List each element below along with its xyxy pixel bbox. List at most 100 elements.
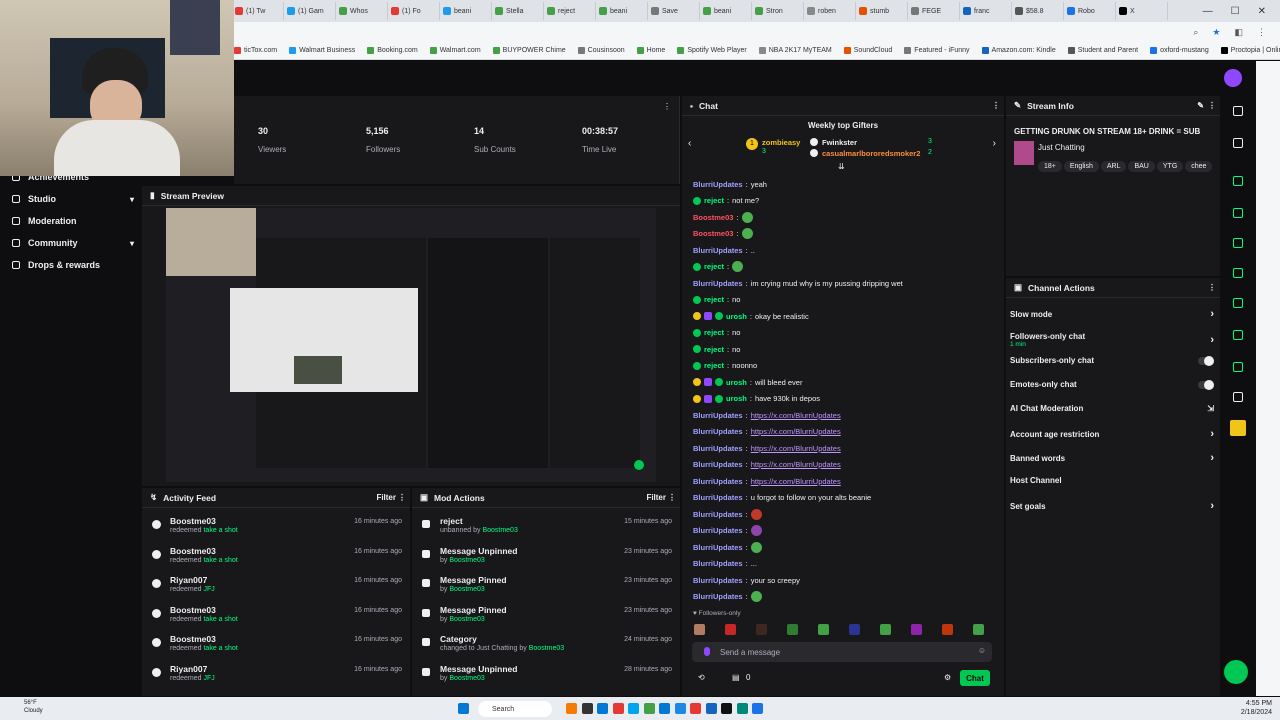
chat-message[interactable]: reject: no <box>693 342 740 356</box>
chat-text[interactable]: https://x.com/BlurriUpdates <box>751 427 841 436</box>
stream-tag[interactable]: chee <box>1185 161 1213 172</box>
bookmark-item[interactable]: Spotify Web Player <box>677 47 747 54</box>
chat-username[interactable]: BlurriUpdates <box>693 510 743 519</box>
chat-text[interactable]: https://x.com/BlurriUpdates <box>751 460 841 469</box>
bookmark-item[interactable]: Walmart Business <box>289 47 355 54</box>
gear-icon[interactable]: ⚙ <box>944 673 951 682</box>
chevron-right-icon[interactable]: › <box>1210 428 1214 440</box>
stream-tag[interactable]: BAU <box>1128 161 1155 172</box>
emote-picker-icon[interactable] <box>787 624 798 635</box>
activity-user[interactable]: Riyan007 <box>170 664 207 674</box>
chat-message[interactable]: BlurriUpdates: https://x.com/BlurriUpdate… <box>693 458 841 472</box>
browser-tab[interactable]: stumb <box>856 2 908 20</box>
chat-username[interactable]: BlurriUpdates <box>693 526 743 535</box>
stream-tag[interactable]: YTG <box>1156 161 1184 172</box>
browser-tab[interactable]: roben <box>804 2 856 20</box>
activity-row[interactable]: Boostme03 redeemed take a shot 16 minutes … <box>150 546 402 574</box>
browser-tab[interactable]: (1) Gam <box>284 2 336 20</box>
browser-tab[interactable]: beani <box>440 2 492 20</box>
rail-action-10-icon[interactable] <box>1233 392 1243 402</box>
bookmark-item[interactable]: ticTox.com <box>234 47 277 54</box>
chat-message[interactable]: BlurriUpdates: yeah <box>693 177 767 191</box>
chat-input[interactable]: Send a message ☺ <box>692 642 992 662</box>
chat-message[interactable]: BlurriUpdates:... <box>693 557 757 571</box>
bookmark-item[interactable]: NBA 2K17 MyTEAM <box>758 47 832 54</box>
rail-action-9-icon[interactable] <box>1233 362 1243 372</box>
channel-action-row[interactable]: Followers-only chat 1 min › <box>1010 332 1214 348</box>
mod-action-by[interactable]: Boostme03 <box>449 557 484 564</box>
rail-action-7-icon[interactable] <box>1233 298 1243 308</box>
emote-icon[interactable]: ☺ <box>978 646 986 655</box>
chat-message[interactable]: reject: noonno <box>693 359 757 373</box>
chevron-down-icon[interactable]: ▾ <box>130 239 134 248</box>
bookmark-item[interactable]: Cousinsoon <box>577 47 625 54</box>
maximize-icon[interactable]: ☐ <box>1231 6 1240 17</box>
chevron-right-icon[interactable]: › <box>1210 500 1214 512</box>
emote-picker-icon[interactable] <box>880 624 891 635</box>
emote-picker-icon[interactable] <box>911 624 922 635</box>
chat-username[interactable]: reject <box>704 262 724 271</box>
sidebar-item[interactable]: Studio ▾ <box>12 194 134 204</box>
channel-points-icon[interactable]: ▤ <box>732 673 740 682</box>
activity-row[interactable]: Boostme03 redeemed take a shot 16 minutes … <box>150 634 402 662</box>
rail-action-5-icon[interactable] <box>1233 238 1243 248</box>
bookmark-item[interactable]: oxford-mustang <box>1150 47 1209 54</box>
chat-username[interactable]: BlurriUpdates <box>693 543 743 552</box>
mod-action-by[interactable]: Boostme03 <box>449 586 484 593</box>
chevron-right-icon[interactable]: › <box>1210 452 1214 464</box>
weather-widget[interactable]: 56°F Cloudy <box>24 699 43 715</box>
chat-settings-icon[interactable]: ⟲ <box>698 673 705 682</box>
bookmark-item[interactable]: Home <box>636 47 665 54</box>
chat-message[interactable]: Boostme03: <box>693 210 753 224</box>
browser-tab[interactable]: X <box>1116 2 1168 20</box>
close-icon[interactable]: ✕ <box>1258 6 1266 17</box>
chat-menu-icon[interactable]: ⋮ <box>992 101 1000 110</box>
stream-category[interactable]: Just Chatting <box>1038 143 1085 152</box>
taskbar-clock[interactable]: 4:55 PM 2/18/2024 <box>1241 699 1272 717</box>
activity-user[interactable]: Boostme03 <box>170 516 216 526</box>
bookmark-item[interactable]: SoundCloud <box>843 47 892 54</box>
bookmark-item[interactable]: Proctopia | Online <box>1220 47 1280 54</box>
chat-username[interactable]: Boostme03 <box>693 213 733 222</box>
bookmark-item[interactable]: Featured - iFunny <box>904 47 970 54</box>
chat-message[interactable]: BlurriUpdates: https://x.com/BlurriUpdate… <box>693 441 841 455</box>
activity-menu-icon[interactable]: ⋮ <box>398 493 406 502</box>
chat-username[interactable]: reject <box>704 328 724 337</box>
activity-row[interactable]: Boostme03 redeemed take a shot 16 minutes … <box>150 516 402 544</box>
stream-tag[interactable]: ARL <box>1100 161 1127 172</box>
mod-action-row[interactable]: Category changed to Just Chatting by Boos… <box>420 634 672 662</box>
activity-user[interactable]: Riyan007 <box>170 575 207 585</box>
chat-username[interactable]: reject <box>704 361 724 370</box>
chat-username[interactable]: urosh <box>726 394 747 403</box>
chat-username[interactable]: Boostme03 <box>693 229 733 238</box>
extensions-icon[interactable]: ◧ <box>1234 27 1243 38</box>
chat-username[interactable]: reject <box>704 295 724 304</box>
chat-username[interactable]: BlurriUpdates <box>693 477 743 486</box>
mod-action-row[interactable]: Message Unpinned by Boostme03 23 minutes a… <box>420 546 672 574</box>
taskbar-app-icon[interactable] <box>705 703 717 714</box>
taskbar-app-icon[interactable] <box>612 703 624 714</box>
menu-icon[interactable]: ⋮ <box>1257 27 1266 38</box>
channel-action-row[interactable]: Slow mode › <box>1010 308 1214 320</box>
chat-message[interactable]: urosh: will bleed ever <box>693 375 802 389</box>
chat-username[interactable]: reject <box>704 345 724 354</box>
taskbar-app-icon[interactable] <box>566 703 577 714</box>
windows-start-icon[interactable] <box>458 703 469 714</box>
channel-action-row[interactable]: Emotes-only chat <box>1010 379 1214 390</box>
mod-filter-button[interactable]: Filter <box>646 493 666 502</box>
user-avatar[interactable] <box>1224 69 1242 87</box>
chat-message[interactable]: BlurriUpdates: <box>693 540 762 554</box>
bookmark-item[interactable]: Student and Parent <box>1067 47 1138 54</box>
gifters-prev-icon[interactable]: ‹ <box>688 138 691 149</box>
rail-highlight-icon[interactable] <box>1230 420 1246 436</box>
chat-message[interactable]: reject: no <box>693 326 740 340</box>
chat-username[interactable]: urosh <box>726 312 747 321</box>
browser-tab[interactable]: $58.8 <box>1012 2 1064 20</box>
chat-message[interactable]: reject: not me? <box>693 194 759 208</box>
taskbar-app-icon[interactable] <box>628 703 639 714</box>
star-icon[interactable]: ★ <box>1212 27 1220 38</box>
browser-tab[interactable]: reject <box>544 2 596 20</box>
pin-collapse-icon[interactable]: ⇊ <box>838 162 845 171</box>
mod-action-row[interactable]: Message Pinned by Boostme03 23 minutes ago <box>420 605 672 633</box>
bookmark-item[interactable]: Booking.com <box>367 47 418 54</box>
